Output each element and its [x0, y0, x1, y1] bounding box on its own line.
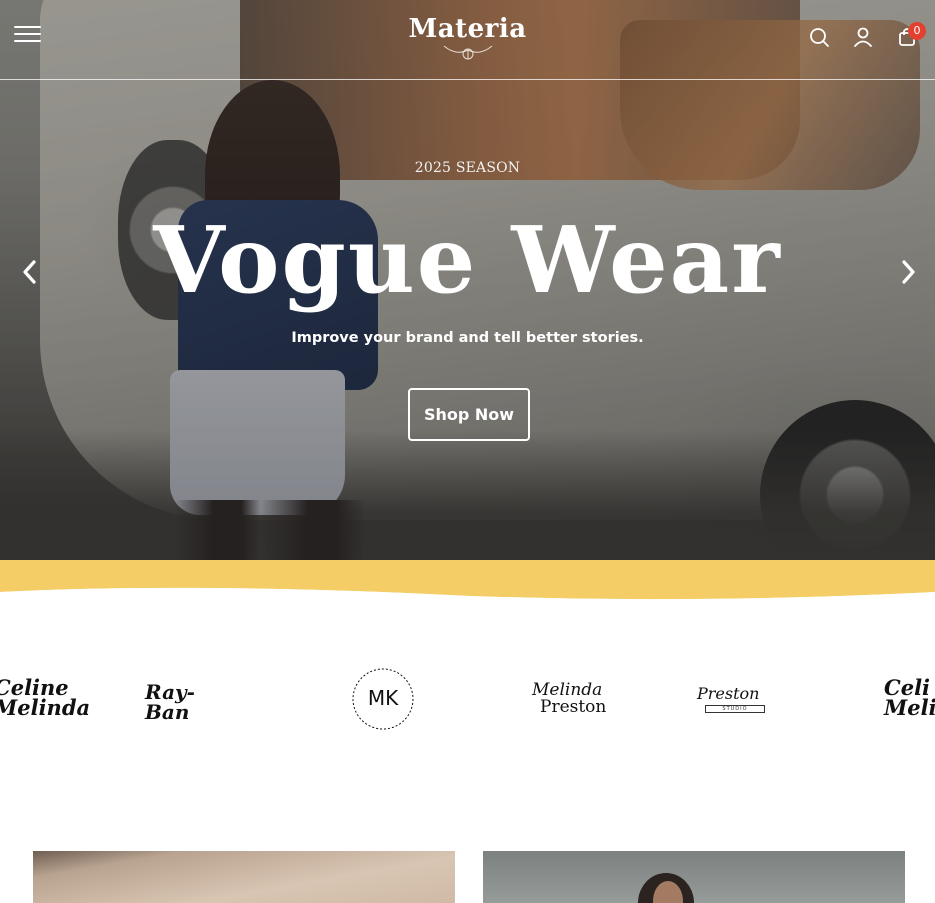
brand-logo-line-2: Melinda	[0, 695, 91, 720]
slider-prev-arrow-icon[interactable]	[18, 258, 42, 286]
site-header: Materia 0	[0, 0, 935, 80]
brand-logo-line-2: Melin	[884, 695, 935, 720]
wave-divider	[0, 560, 935, 610]
slider-next-arrow-icon[interactable]	[896, 258, 920, 286]
cart-count-badge: 0	[908, 22, 926, 40]
brand-logo-text: Ray-Ban	[145, 680, 195, 724]
collection-card-left[interactable]	[33, 851, 455, 903]
brand-logo-preston[interactable]: Preston STUDIO	[697, 684, 775, 713]
hero-subtitle: Improve your brand and tell better stori…	[291, 330, 644, 346]
collection-card-right[interactable]	[483, 851, 905, 903]
brand-logo-celine-melinda[interactable]: Celine Melinda	[0, 677, 91, 720]
brand-logo-text: MK	[367, 686, 399, 710]
logo-flourish-icon	[443, 45, 493, 60]
site-logo[interactable]: Materia	[0, 14, 935, 44]
hero-eyebrow: 2025 SEASON	[414, 160, 521, 176]
brand-logo-melinda-preston[interactable]: Melinda Preston	[532, 680, 612, 717]
brand-logo-celine-melinda-2[interactable]: Celi Melin	[884, 677, 935, 720]
brand-logo-caption: STUDIO	[705, 705, 765, 713]
hero-title: Vogue Wear	[153, 206, 782, 314]
brand-logo-ray-ban[interactable]: Ray-Ban	[145, 682, 229, 722]
brand-logo-line-2: Preston	[540, 697, 607, 717]
brand-logo-line-1: Melinda	[532, 680, 603, 700]
search-icon[interactable]	[808, 26, 830, 48]
brand-logo-text: Preston	[697, 684, 760, 703]
hero-banner: Materia 0 2025 SEASON Vogue Wear Improve…	[0, 0, 935, 566]
brand-logo-mk[interactable]: MK	[350, 666, 416, 732]
shop-now-button[interactable]: Shop Now	[408, 388, 530, 441]
brand-logos-strip: Celine Melinda Ray-Ban MK Melinda Presto…	[0, 620, 935, 780]
account-icon[interactable]	[852, 26, 874, 48]
